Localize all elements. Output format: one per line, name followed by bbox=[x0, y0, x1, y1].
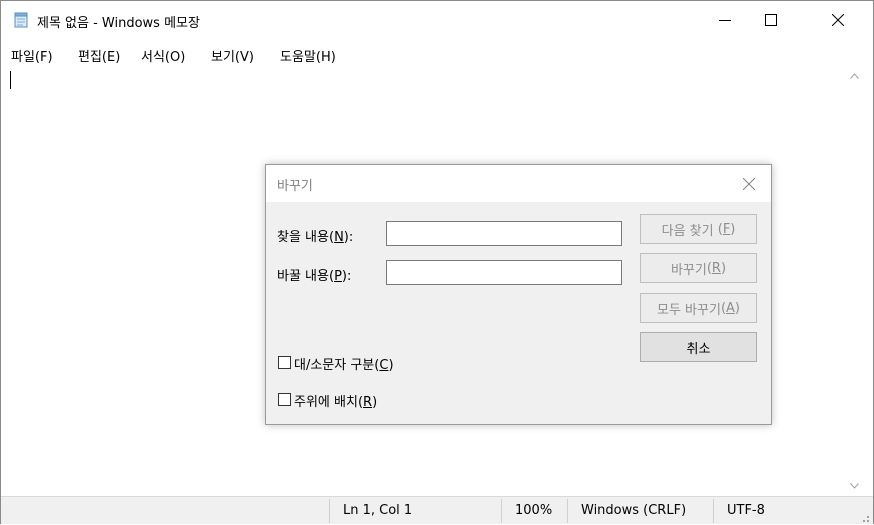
replace-button[interactable]: 바꾸기(R) bbox=[640, 253, 757, 283]
minimize-icon bbox=[719, 20, 731, 21]
replace-all-button[interactable]: 모두 바꾸기(A) bbox=[640, 293, 757, 323]
vertical-scrollbar[interactable] bbox=[846, 67, 863, 495]
cancel-button[interactable]: 취소 bbox=[640, 332, 757, 362]
close-icon bbox=[832, 14, 844, 26]
notepad-window: 제목 없음 - Windows 메모장 파일(F) 편집(E) 서식(O) 보기… bbox=[0, 0, 874, 524]
match-case-label[interactable]: 대/소문자 구분(C) bbox=[294, 354, 394, 373]
close-button[interactable] bbox=[815, 1, 861, 39]
notepad-icon bbox=[13, 12, 29, 28]
menu-view[interactable]: 보기(V) bbox=[211, 46, 254, 65]
find-next-button[interactable]: 다음 찾기 (F) bbox=[640, 214, 757, 244]
window-title: 제목 없음 - Windows 메모장 bbox=[37, 16, 200, 31]
match-case-checkbox[interactable] bbox=[278, 356, 291, 369]
dialog-title: 바꾸기 bbox=[277, 179, 313, 194]
replace-dialog: 바꾸기 찾을 내용(N): 바꿀 내용(P): 다음 찾기 (F) 바꾸기(R)… bbox=[265, 164, 772, 425]
menu-edit[interactable]: 편집(E) bbox=[78, 46, 120, 65]
menu-file[interactable]: 파일(F) bbox=[11, 46, 53, 65]
minimize-button[interactable] bbox=[702, 1, 748, 39]
dialog-close-button[interactable] bbox=[736, 172, 762, 196]
wrap-around-checkbox[interactable] bbox=[278, 393, 291, 406]
wrap-around-label[interactable]: 주위에 배치(R) bbox=[294, 391, 377, 410]
menu-bar: 파일(F) 편집(E) 서식(O) 보기(V) 도움말(H) bbox=[1, 42, 873, 66]
maximize-button[interactable] bbox=[748, 1, 794, 39]
status-encoding: UTF-8 bbox=[727, 503, 765, 518]
dialog-title-bar[interactable]: 바꾸기 bbox=[266, 165, 771, 202]
scroll-down-icon[interactable] bbox=[846, 477, 863, 495]
find-what-label: 찾을 내용(N): bbox=[277, 230, 354, 245]
status-zoom: 100% bbox=[515, 503, 553, 518]
resize-grip-icon[interactable] bbox=[859, 511, 869, 522]
menu-format[interactable]: 서식(O) bbox=[141, 46, 185, 65]
status-position: Ln 1, Col 1 bbox=[343, 503, 413, 518]
close-icon bbox=[743, 178, 755, 190]
title-bar[interactable]: 제목 없음 - Windows 메모장 bbox=[1, 1, 873, 39]
text-caret bbox=[10, 71, 11, 89]
menu-help[interactable]: 도움말(H) bbox=[280, 46, 336, 65]
status-bar: Ln 1, Col 1 100% Windows (CRLF) UTF-8 bbox=[1, 496, 873, 524]
maximize-icon bbox=[765, 14, 777, 26]
status-line-ending: Windows (CRLF) bbox=[581, 503, 687, 518]
replace-with-input[interactable] bbox=[386, 260, 622, 285]
find-what-input[interactable] bbox=[386, 221, 622, 246]
replace-with-label: 바꿀 내용(P): bbox=[277, 269, 352, 284]
scroll-up-icon[interactable] bbox=[846, 67, 863, 85]
